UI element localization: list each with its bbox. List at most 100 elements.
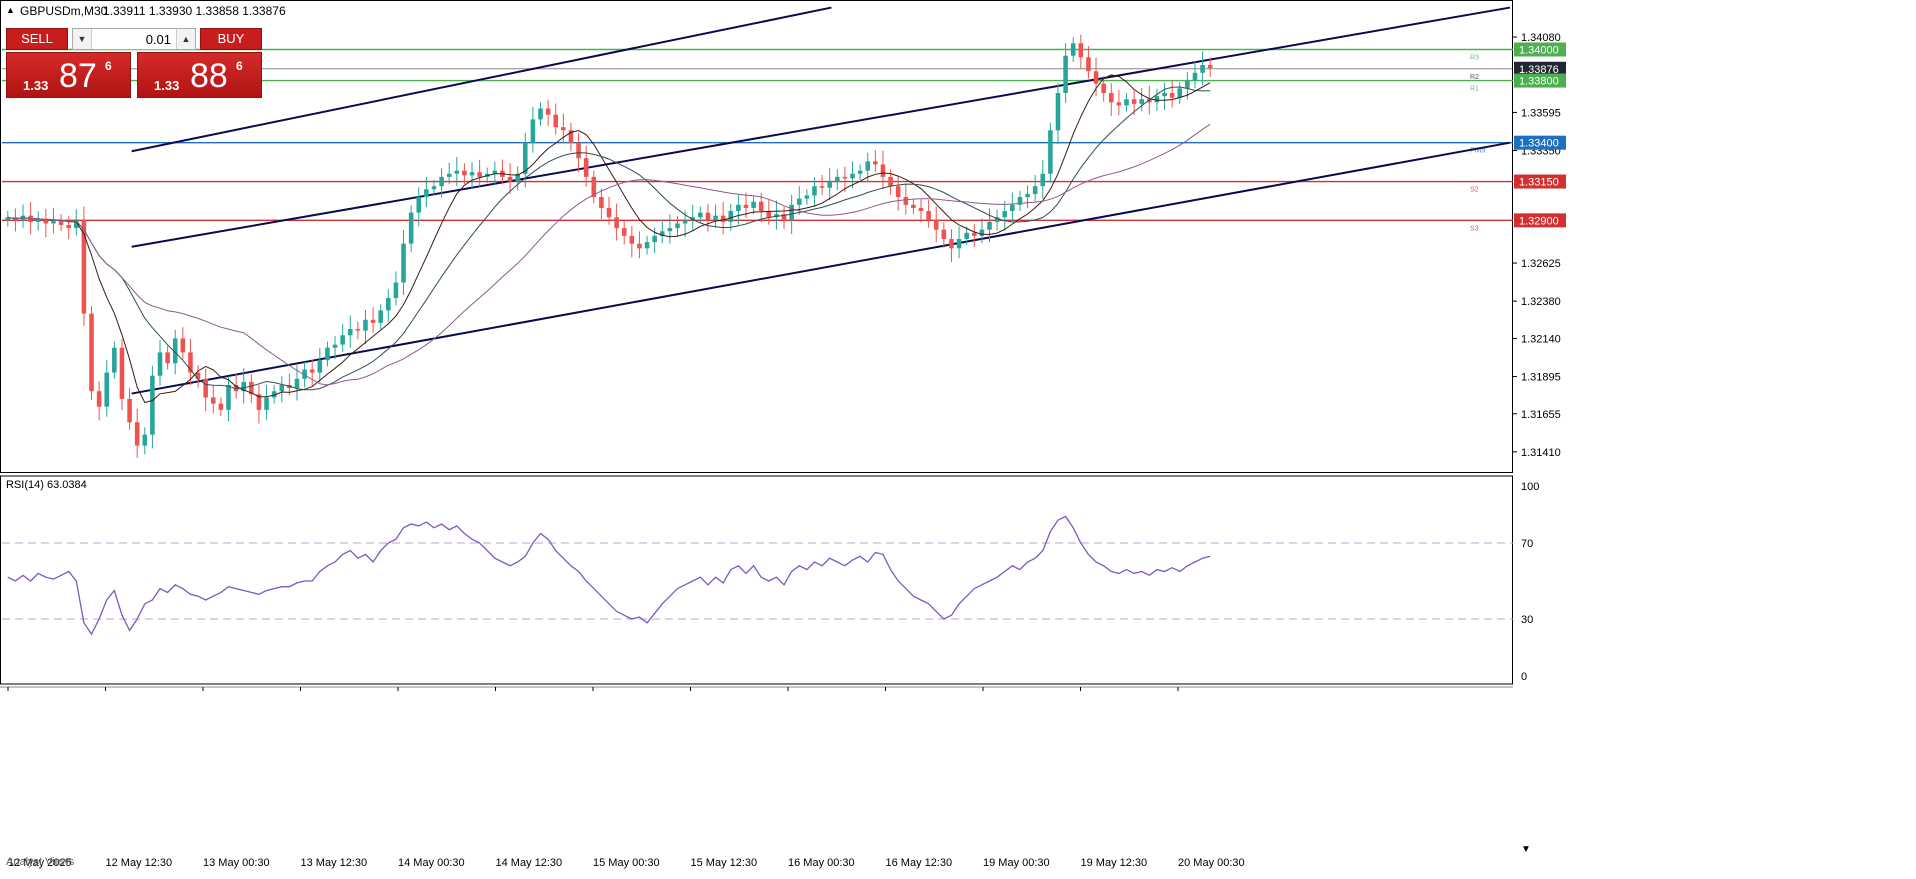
candle-body <box>462 170 467 176</box>
analyst-views-tab[interactable]: Analyst Views <box>6 856 74 868</box>
caret-up-icon[interactable]: ▲ <box>176 29 195 49</box>
candle-body <box>629 235 635 244</box>
candle-body <box>408 212 414 244</box>
ask-big-digits: 88 <box>190 57 228 95</box>
pivot-label: R1 <box>1470 86 1479 93</box>
candle-body <box>180 338 186 353</box>
ohlc-readout: 1.33911 1.33930 1.33858 1.33876 <box>103 4 286 18</box>
candle-body <box>127 398 132 423</box>
candle-body <box>964 232 969 239</box>
candle-body <box>911 204 916 208</box>
buy-button[interactable]: BUY <box>200 28 262 50</box>
candle-body <box>682 220 688 224</box>
y-axis-tick-label: 1.33595 <box>1521 107 1561 119</box>
x-axis-tick-label: 15 May 00:30 <box>593 857 660 869</box>
channel-line-middle[interactable] <box>131 6 1511 248</box>
candle-body <box>705 212 711 221</box>
candle-body <box>842 176 848 179</box>
channel-line-lower[interactable] <box>131 141 1511 395</box>
candle-body <box>583 158 589 177</box>
candle-body <box>507 176 513 182</box>
ask-price-box[interactable]: 1.33 88 6 <box>137 52 262 98</box>
price-level-label: 1.33800 <box>1519 76 1559 88</box>
candle-body <box>819 186 825 188</box>
candle-body <box>416 197 422 213</box>
price-level-label: 1.32900 <box>1519 215 1559 227</box>
rsi-axis-tick-label: 100 <box>1521 481 1539 493</box>
candle-body <box>1177 88 1183 98</box>
candle-body <box>530 119 536 143</box>
candle-body <box>309 369 315 373</box>
price-level-label: 1.33150 <box>1519 177 1559 189</box>
candle-body <box>1192 72 1198 81</box>
candle-body <box>652 235 657 243</box>
candle-body <box>96 391 102 407</box>
triangle-up-icon: ▲ <box>6 5 15 15</box>
lot-size-input[interactable] <box>93 29 175 49</box>
y-axis-tick-label: 1.32625 <box>1521 258 1561 270</box>
pivot-label: R3 <box>1470 54 1479 61</box>
y-axis-tick-label: 1.32380 <box>1521 296 1561 308</box>
bid-price-box[interactable]: 1.33 87 6 <box>6 52 131 98</box>
candle-body <box>857 170 863 174</box>
candle-body <box>956 239 962 249</box>
candle-body <box>637 243 642 249</box>
candle-body <box>720 215 726 222</box>
candle-body <box>446 173 452 177</box>
candle-body <box>492 170 498 174</box>
ma-fast-line <box>7 74 1211 404</box>
caret-down-icon[interactable]: ▼ <box>73 29 92 49</box>
rsi-pane-frame <box>0 475 1513 685</box>
candle-body <box>1200 65 1205 73</box>
x-axis-tick-label: 16 May 12:30 <box>886 857 953 869</box>
candle-body <box>203 378 208 398</box>
x-axis-tick-label: 12 May 12:30 <box>106 857 173 869</box>
candle-body <box>218 403 224 410</box>
candle-body <box>119 347 125 399</box>
candle-body <box>279 385 285 392</box>
candle-body <box>880 164 886 177</box>
symbol-label: GBPUSDm,M30 <box>20 4 108 18</box>
candle-body <box>644 242 650 249</box>
scroll-down-icon[interactable]: ▼ <box>1521 844 1531 855</box>
candle-body <box>1093 71 1099 84</box>
x-axis-tick-label: 14 May 12:30 <box>496 857 563 869</box>
candle-body <box>66 225 71 229</box>
candle-body <box>1207 65 1213 69</box>
sell-button[interactable]: SELL <box>6 28 68 50</box>
candle-body <box>294 378 300 389</box>
candle-body <box>340 335 345 345</box>
candle-body <box>865 161 871 171</box>
pivot-label: S3 <box>1470 225 1479 232</box>
x-axis-tick-label: 15 May 12:30 <box>691 857 758 869</box>
x-axis-tick-label: 20 May 00:30 <box>1178 857 1245 869</box>
bid-prefix: 1.33 <box>23 78 49 93</box>
candle-body <box>370 319 376 323</box>
candle-body <box>363 319 368 331</box>
candle-body <box>1086 57 1091 72</box>
candle-body <box>1078 43 1084 58</box>
candle-body <box>918 207 924 212</box>
ma-mid-line <box>7 86 1211 391</box>
candle-body <box>1063 55 1068 93</box>
candle-body <box>895 186 901 198</box>
candle-body <box>926 211 931 221</box>
one-click-trading-panel: SELL ▼ ▲ BUY 1.33 87 6 1.33 88 6 <box>6 28 262 98</box>
candle-body <box>827 181 832 188</box>
rsi-axis-tick-label: 30 <box>1521 614 1533 626</box>
rsi-axis-tick-label: 70 <box>1521 538 1533 550</box>
candle-body <box>941 229 947 239</box>
candle-body <box>355 329 361 331</box>
candle-body <box>347 329 353 336</box>
candle-body <box>1025 193 1030 198</box>
candle-body <box>621 228 627 236</box>
candle-body <box>736 204 741 212</box>
candle-body <box>1185 80 1190 89</box>
x-axis-tick-label: 14 May 00:30 <box>398 857 465 869</box>
candle-body <box>142 434 148 446</box>
candle-body <box>150 375 155 435</box>
chart-canvas[interactable]: ▲ GBPUSDm,M301.33911 1.33930 1.33858 1.33… <box>0 0 1916 874</box>
candle-body <box>553 114 559 128</box>
candle-body <box>987 221 992 230</box>
candle-body <box>1055 92 1061 131</box>
